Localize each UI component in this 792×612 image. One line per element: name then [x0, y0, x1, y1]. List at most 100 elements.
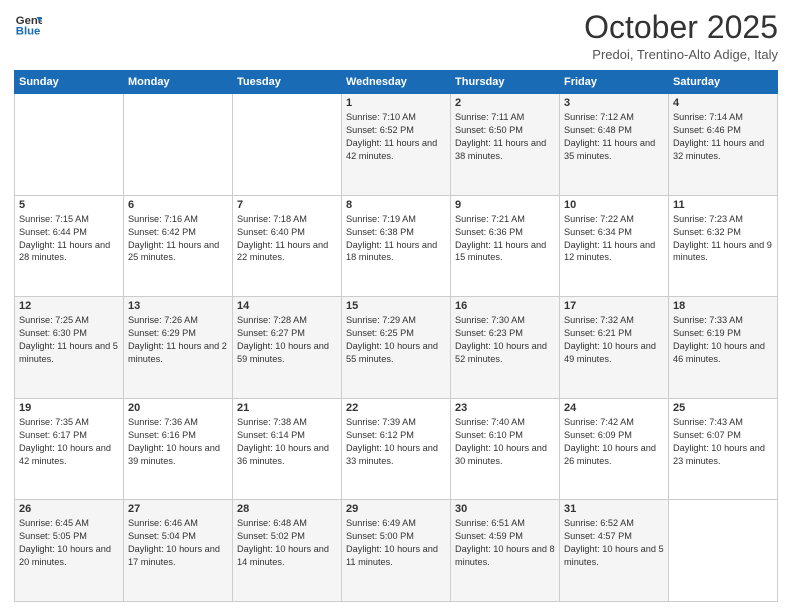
calendar-page: General Blue October 2025 Predoi, Trenti… [0, 0, 792, 612]
col-wednesday: Wednesday [342, 71, 451, 94]
logo: General Blue [14, 10, 42, 38]
cell-2-4: 8 Sunrise: 7:19 AM Sunset: 6:38 PM Daylig… [342, 195, 451, 297]
cell-info: Sunrise: 7:16 AM Sunset: 6:42 PM Dayligh… [128, 213, 228, 265]
cell-3-1: 12 Sunrise: 7:25 AM Sunset: 6:30 PM Dayli… [15, 297, 124, 399]
cell-info: Sunrise: 7:30 AM Sunset: 6:23 PM Dayligh… [455, 314, 555, 366]
week-row-5: 26 Sunrise: 6:45 AM Sunset: 5:05 PM Dayli… [15, 500, 778, 602]
week-row-4: 19Sunrise: 7:35 AM Sunset: 6:17 PM Dayli… [15, 398, 778, 500]
cell-1-7: 4 Sunrise: 7:14 AM Sunset: 6:46 PM Daylig… [669, 94, 778, 196]
cell-4-4: 22 Sunrise: 7:39 AM Sunset: 6:12 PM Dayli… [342, 398, 451, 500]
cell-info: Sunrise: 7:10 AM Sunset: 6:52 PM Dayligh… [346, 111, 446, 163]
cell-2-3: 7Sunrise: 7:18 AM Sunset: 6:40 PM Daylig… [233, 195, 342, 297]
day-number: 20 [128, 402, 228, 414]
week-row-3: 12 Sunrise: 7:25 AM Sunset: 6:30 PM Dayli… [15, 297, 778, 399]
cell-2-7: 11Sunrise: 7:23 AM Sunset: 6:32 PM Dayli… [669, 195, 778, 297]
cell-info: Sunrise: 6:45 AM Sunset: 5:05 PM Dayligh… [19, 517, 119, 569]
day-number: 4 [673, 97, 773, 109]
cell-2-1: 5 Sunrise: 7:15 AM Sunset: 6:44 PM Daylig… [15, 195, 124, 297]
header: General Blue October 2025 Predoi, Trenti… [14, 10, 778, 62]
day-number: 5 [19, 199, 119, 211]
day-number: 14 [237, 300, 337, 312]
day-number: 15 [346, 300, 446, 312]
cell-info: Sunrise: 7:14 AM Sunset: 6:46 PM Dayligh… [673, 111, 773, 163]
day-number: 25 [673, 402, 773, 414]
cell-5-3: 28 Sunrise: 6:48 AM Sunset: 5:02 PM Dayli… [233, 500, 342, 602]
cell-info: Sunrise: 6:51 AM Sunset: 4:59 PM Dayligh… [455, 517, 555, 569]
cell-3-4: 15 Sunrise: 7:29 AM Sunset: 6:25 PM Dayli… [342, 297, 451, 399]
cell-4-6: 24Sunrise: 7:42 AM Sunset: 6:09 PM Dayli… [560, 398, 669, 500]
cell-info: Sunrise: 6:49 AM Sunset: 5:00 PM Dayligh… [346, 517, 446, 569]
week-row-1: 1Sunrise: 7:10 AM Sunset: 6:52 PM Daylig… [15, 94, 778, 196]
cell-1-3 [233, 94, 342, 196]
month-title: October 2025 [584, 10, 778, 45]
cell-info: Sunrise: 7:39 AM Sunset: 6:12 PM Dayligh… [346, 416, 446, 468]
col-saturday: Saturday [669, 71, 778, 94]
day-number: 3 [564, 97, 664, 109]
cell-info: Sunrise: 7:32 AM Sunset: 6:21 PM Dayligh… [564, 314, 664, 366]
cell-5-6: 31Sunrise: 6:52 AM Sunset: 4:57 PM Dayli… [560, 500, 669, 602]
day-number: 6 [128, 199, 228, 211]
cell-info: Sunrise: 7:21 AM Sunset: 6:36 PM Dayligh… [455, 213, 555, 265]
title-block: October 2025 Predoi, Trentino-Alto Adige… [584, 10, 778, 62]
day-number: 19 [19, 402, 119, 414]
location: Predoi, Trentino-Alto Adige, Italy [584, 47, 778, 62]
day-number: 11 [673, 199, 773, 211]
day-number: 7 [237, 199, 337, 211]
cell-4-5: 23 Sunrise: 7:40 AM Sunset: 6:10 PM Dayli… [451, 398, 560, 500]
cell-1-6: 3 Sunrise: 7:12 AM Sunset: 6:48 PM Daylig… [560, 94, 669, 196]
day-number: 21 [237, 402, 337, 414]
cell-4-1: 19Sunrise: 7:35 AM Sunset: 6:17 PM Dayli… [15, 398, 124, 500]
cell-info: Sunrise: 7:29 AM Sunset: 6:25 PM Dayligh… [346, 314, 446, 366]
day-number: 23 [455, 402, 555, 414]
cell-info: Sunrise: 7:38 AM Sunset: 6:14 PM Dayligh… [237, 416, 337, 468]
cell-2-6: 10Sunrise: 7:22 AM Sunset: 6:34 PM Dayli… [560, 195, 669, 297]
cell-5-7 [669, 500, 778, 602]
col-friday: Friday [560, 71, 669, 94]
day-number: 27 [128, 503, 228, 515]
cell-info: Sunrise: 7:12 AM Sunset: 6:48 PM Dayligh… [564, 111, 664, 163]
day-number: 16 [455, 300, 555, 312]
cell-1-4: 1Sunrise: 7:10 AM Sunset: 6:52 PM Daylig… [342, 94, 451, 196]
logo-icon: General Blue [14, 10, 42, 38]
cell-info: Sunrise: 7:19 AM Sunset: 6:38 PM Dayligh… [346, 213, 446, 265]
day-number: 22 [346, 402, 446, 414]
day-number: 18 [673, 300, 773, 312]
cell-2-2: 6 Sunrise: 7:16 AM Sunset: 6:42 PM Daylig… [124, 195, 233, 297]
cell-5-4: 29 Sunrise: 6:49 AM Sunset: 5:00 PM Dayli… [342, 500, 451, 602]
day-number: 29 [346, 503, 446, 515]
cell-info: Sunrise: 7:40 AM Sunset: 6:10 PM Dayligh… [455, 416, 555, 468]
day-number: 17 [564, 300, 664, 312]
cell-info: Sunrise: 7:43 AM Sunset: 6:07 PM Dayligh… [673, 416, 773, 468]
day-number: 10 [564, 199, 664, 211]
cell-info: Sunrise: 7:15 AM Sunset: 6:44 PM Dayligh… [19, 213, 119, 265]
day-number: 8 [346, 199, 446, 211]
cell-3-3: 14 Sunrise: 7:28 AM Sunset: 6:27 PM Dayli… [233, 297, 342, 399]
cell-info: Sunrise: 7:11 AM Sunset: 6:50 PM Dayligh… [455, 111, 555, 163]
cell-4-2: 20 Sunrise: 7:36 AM Sunset: 6:16 PM Dayli… [124, 398, 233, 500]
cell-3-6: 17 Sunrise: 7:32 AM Sunset: 6:21 PM Dayli… [560, 297, 669, 399]
day-number: 26 [19, 503, 119, 515]
cell-info: Sunrise: 6:46 AM Sunset: 5:04 PM Dayligh… [128, 517, 228, 569]
day-number: 9 [455, 199, 555, 211]
cell-5-1: 26 Sunrise: 6:45 AM Sunset: 5:05 PM Dayli… [15, 500, 124, 602]
cell-5-2: 27 Sunrise: 6:46 AM Sunset: 5:04 PM Dayli… [124, 500, 233, 602]
calendar-table: Sunday Monday Tuesday Wednesday Thursday… [14, 70, 778, 602]
cell-info: Sunrise: 7:28 AM Sunset: 6:27 PM Dayligh… [237, 314, 337, 366]
day-number: 13 [128, 300, 228, 312]
cell-info: Sunrise: 7:42 AM Sunset: 6:09 PM Dayligh… [564, 416, 664, 468]
cell-4-7: 25 Sunrise: 7:43 AM Sunset: 6:07 PM Dayli… [669, 398, 778, 500]
day-number: 30 [455, 503, 555, 515]
cell-1-2 [124, 94, 233, 196]
day-number: 31 [564, 503, 664, 515]
col-thursday: Thursday [451, 71, 560, 94]
svg-text:Blue: Blue [16, 26, 41, 38]
cell-info: Sunrise: 7:25 AM Sunset: 6:30 PM Dayligh… [19, 314, 119, 366]
cell-info: Sunrise: 7:36 AM Sunset: 6:16 PM Dayligh… [128, 416, 228, 468]
cell-2-5: 9 Sunrise: 7:21 AM Sunset: 6:36 PM Daylig… [451, 195, 560, 297]
col-tuesday: Tuesday [233, 71, 342, 94]
cell-info: Sunrise: 6:48 AM Sunset: 5:02 PM Dayligh… [237, 517, 337, 569]
day-number: 28 [237, 503, 337, 515]
cell-3-7: 18Sunrise: 7:33 AM Sunset: 6:19 PM Dayli… [669, 297, 778, 399]
cell-1-5: 2Sunrise: 7:11 AM Sunset: 6:50 PM Daylig… [451, 94, 560, 196]
day-number: 12 [19, 300, 119, 312]
